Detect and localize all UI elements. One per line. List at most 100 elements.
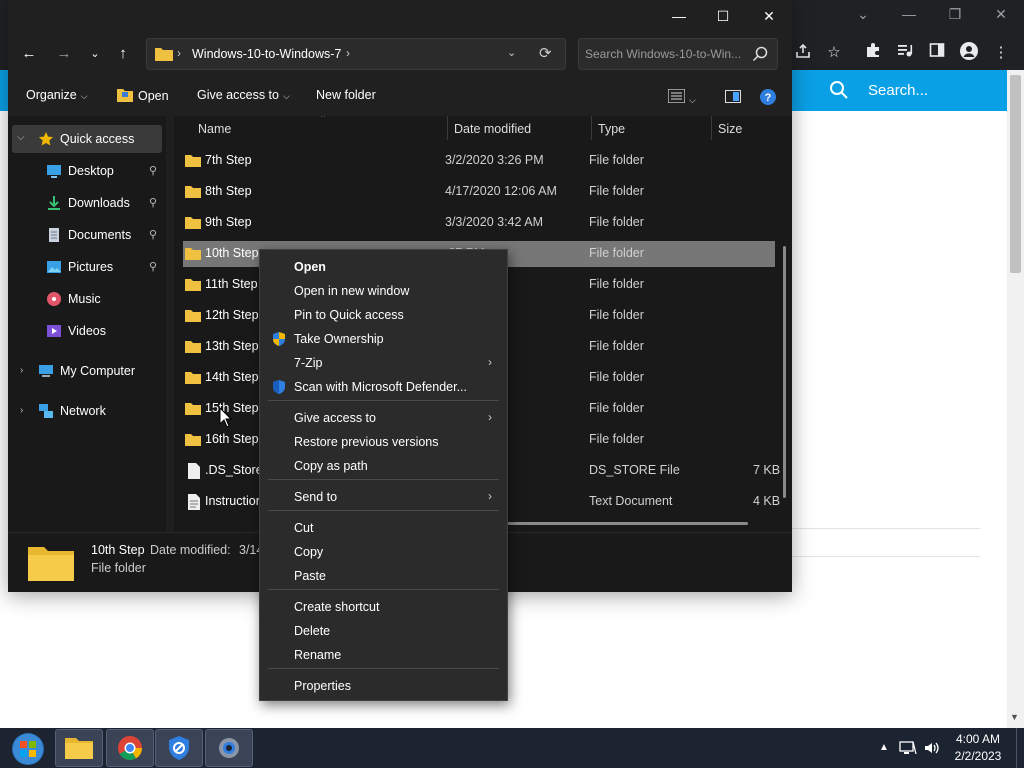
sidebar-item-pictures[interactable]: Pictures (46, 255, 113, 279)
help-button[interactable]: ? (760, 89, 776, 108)
maximize-button[interactable]: ☐ (700, 0, 746, 32)
vertical-scrollbar[interactable] (783, 246, 786, 498)
sidebar-item-videos[interactable]: Videos (46, 319, 106, 343)
extensions-icon[interactable] (862, 42, 884, 64)
sidebar-item-quick-access[interactable]: Quick access (38, 127, 134, 151)
menu-item-rename[interactable]: Rename (260, 643, 507, 667)
menu-item-open[interactable]: Open (260, 255, 507, 279)
pin-icon[interactable]: ⚲ (149, 260, 157, 273)
column-header-name[interactable]: Name (198, 116, 231, 146)
star-icon[interactable]: ☆ (823, 42, 845, 64)
show-hidden-icons-icon[interactable]: ▲ (879, 742, 889, 753)
view-options-button[interactable]: ⌵ (667, 88, 696, 106)
forward-button[interactable]: → (52, 42, 76, 66)
sidebar-item-my-computer[interactable]: My Computer (38, 359, 135, 383)
file-row[interactable]: 9th Step 3/3/2020 3:42 AM File folder (183, 210, 775, 236)
menu-item-send-to[interactable]: Send to › (260, 485, 507, 509)
open-button[interactable]: Open (117, 88, 169, 103)
pin-icon[interactable]: ⚲ (149, 164, 157, 177)
column-divider[interactable] (447, 116, 448, 140)
profile-icon[interactable] (958, 42, 980, 64)
minimize-icon[interactable]: — (897, 6, 921, 22)
file-size: 4 KB (753, 494, 781, 508)
expand-chevron-icon[interactable]: › (20, 365, 23, 376)
breadcrumb-item[interactable]: Windows-10-to-Windows-7 (192, 47, 341, 61)
sidebar-item-network[interactable]: Network (38, 399, 106, 423)
column-divider[interactable] (591, 116, 592, 140)
chrome-icon (118, 736, 142, 761)
breadcrumb-separator-icon[interactable]: › (346, 46, 350, 60)
organize-button[interactable]: Organize ⌵ (26, 88, 88, 102)
scroll-down-arrow-icon[interactable]: ▼ (1010, 712, 1019, 722)
menu-item-paste[interactable]: Paste (260, 564, 507, 588)
menu-item-create-shortcut[interactable]: Create shortcut (260, 595, 507, 619)
column-header-type[interactable]: Type (598, 116, 625, 146)
taskbar-defender[interactable] (155, 729, 203, 767)
breadcrumb-separator-icon[interactable]: › (177, 46, 181, 60)
sidebar-item-desktop[interactable]: Desktop (46, 159, 114, 183)
show-desktop-button[interactable] (1016, 728, 1024, 768)
recent-locations-chevron-icon[interactable]: ⌄ (83, 42, 107, 66)
chevron-down-icon[interactable]: ⌄ (851, 6, 875, 23)
taskbar-settings[interactable] (205, 729, 253, 767)
taskbar-chrome[interactable] (106, 729, 154, 767)
menu-item-give-access-to[interactable]: Give access to › (260, 406, 507, 430)
menu-item-properties[interactable]: Properties (260, 674, 507, 698)
close-button[interactable]: ✕ (746, 0, 792, 32)
pin-icon[interactable]: ⚲ (149, 228, 157, 241)
address-history-chevron-icon[interactable]: ⌄ (507, 46, 516, 59)
pin-icon[interactable]: ⚲ (149, 196, 157, 209)
page-scrollbar-thumb[interactable] (1010, 75, 1021, 273)
file-row[interactable]: 8th Step 4/17/2020 12:06 AM File folder (183, 179, 775, 205)
address-bar[interactable]: › Windows-10-to-Windows-7 › ⌄ ⟳ (146, 38, 566, 70)
close-icon[interactable]: ✕ (989, 6, 1013, 23)
menu-item-copy[interactable]: Copy (260, 540, 507, 564)
menu-item-delete[interactable]: Delete (260, 619, 507, 643)
expand-chevron-icon[interactable]: ⌵ (17, 132, 25, 143)
preview-pane-button[interactable] (725, 90, 741, 106)
media-icon[interactable] (894, 42, 916, 64)
sidebar-item-downloads[interactable]: Downloads (46, 191, 130, 215)
sidebar-item-music[interactable]: Music (46, 287, 101, 311)
refresh-icon[interactable]: ⟳ (539, 44, 552, 62)
search-box[interactable] (578, 38, 778, 70)
system-clock[interactable]: 4:00 AM 2/2/2023 (947, 731, 1009, 765)
restore-icon[interactable]: ❐ (943, 6, 967, 23)
sidebar-icon[interactable] (926, 42, 948, 64)
details-name: 10th Step (91, 543, 145, 557)
title-bar[interactable]: — ☐ ✕ (8, 0, 792, 32)
site-search-input[interactable]: Search... (868, 82, 928, 99)
search-icon[interactable] (752, 46, 768, 62)
more-icon[interactable]: ⋮ (990, 42, 1012, 64)
search-icon[interactable] (829, 80, 849, 100)
menu-item-restore-previous-versions[interactable]: Restore previous versions (260, 430, 507, 454)
sidebar-item-documents[interactable]: Documents (46, 223, 131, 247)
action-center-icon[interactable] (899, 740, 917, 759)
minimize-button[interactable]: — (656, 0, 702, 32)
give-access-button[interactable]: Give access to ⌵ (197, 88, 290, 102)
taskbar-file-explorer[interactable] (55, 729, 103, 767)
search-input[interactable] (585, 45, 745, 63)
menu-item-7-zip[interactable]: 7-Zip › (260, 351, 507, 375)
menu-item-open-in-new-window[interactable]: Open in new window (260, 279, 507, 303)
submenu-arrow-icon: › (488, 355, 492, 369)
file-name: 13th Step (205, 339, 259, 353)
menu-item-cut[interactable]: Cut (260, 516, 507, 540)
column-header-date[interactable]: Date modified (454, 116, 531, 146)
back-button[interactable]: ← (17, 42, 41, 66)
file-row[interactable]: 7th Step 3/2/2020 3:26 PM File folder (183, 148, 775, 174)
up-button[interactable]: ↑ (111, 42, 135, 66)
share-icon[interactable] (792, 42, 814, 64)
column-divider[interactable] (711, 116, 712, 140)
menu-separator (268, 510, 499, 511)
menu-item-copy-as-path[interactable]: Copy as path (260, 454, 507, 478)
new-folder-button[interactable]: New folder (316, 88, 376, 102)
menu-item-pin-to-quick-access[interactable]: Pin to Quick access (260, 303, 507, 327)
expand-chevron-icon[interactable]: › (20, 405, 23, 416)
volume-icon[interactable] (923, 740, 941, 759)
menu-item-take-ownership[interactable]: Take Ownership (260, 327, 507, 351)
column-header-size[interactable]: Size (718, 116, 742, 146)
menu-item-scan-with-microsoft-defender[interactable]: Scan with Microsoft Defender... (260, 375, 507, 399)
start-button[interactable] (2, 729, 50, 767)
pane-splitter[interactable] (166, 116, 174, 532)
